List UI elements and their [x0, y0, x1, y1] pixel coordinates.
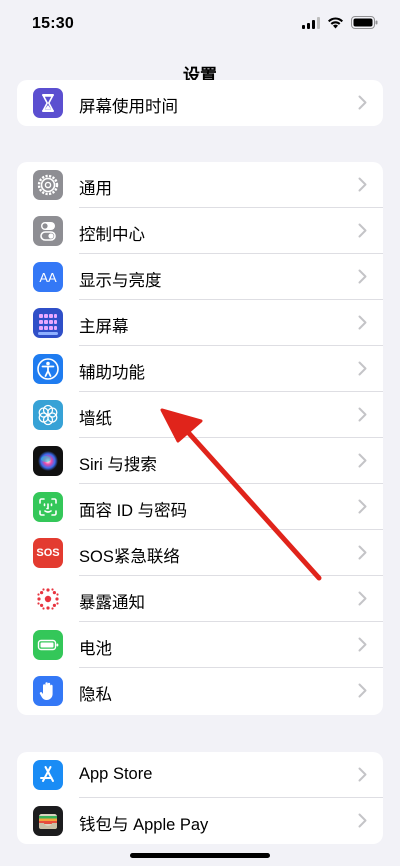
- settings-row-label: 隐私: [79, 686, 112, 704]
- settings-group-store: App Store 钱包与 Apple Pay: [17, 752, 383, 844]
- app-grid-icon: [33, 308, 63, 338]
- settings-row-face-id[interactable]: 面容 ID 与密码: [17, 484, 383, 530]
- settings-row-label: 屏幕使用时间: [79, 98, 178, 116]
- settings-row-label: 面容 ID 与密码: [79, 502, 188, 520]
- sos-icon-text: SOS: [36, 547, 60, 559]
- chevron-right-icon: [358, 177, 367, 192]
- home-indicator: [130, 853, 270, 858]
- settings-row-label: Siri 与搜索: [79, 456, 157, 474]
- settings-group-screen-time: 屏幕使用时间: [17, 80, 383, 126]
- settings-row-label: SOS紧急联络: [79, 548, 180, 566]
- chevron-right-icon: [358, 223, 367, 238]
- settings-row-emergency-sos[interactable]: SOS SOS紧急联络: [17, 530, 383, 576]
- settings-row-label: 墙纸: [79, 410, 112, 428]
- settings-row-label: 辅助功能: [79, 364, 145, 382]
- wifi-icon: [328, 16, 343, 28]
- settings-row-control-center[interactable]: 控制中心: [17, 208, 383, 254]
- settings-row-wallet[interactable]: 钱包与 Apple Pay: [17, 798, 383, 844]
- flower-icon: [33, 400, 63, 430]
- settings-row-screen-time[interactable]: 屏幕使用时间: [17, 80, 383, 126]
- siri-icon: [33, 446, 63, 476]
- svg-text:AA: AA: [39, 270, 57, 285]
- cellular-signal-icon: [302, 16, 320, 29]
- chevron-right-icon: [358, 545, 367, 560]
- settings-row-label: 通用: [79, 180, 112, 198]
- exposure-icon: [33, 584, 63, 614]
- status-icons: [302, 16, 378, 29]
- wallet-icon: [33, 806, 63, 836]
- settings-row-exposure[interactable]: 暴露通知: [17, 576, 383, 622]
- settings-row-label: 暴露通知: [79, 594, 145, 612]
- settings-row-display[interactable]: AA 显示与亮度: [17, 254, 383, 300]
- settings-row-app-store[interactable]: App Store: [17, 752, 383, 798]
- settings-row-general[interactable]: 通用: [17, 162, 383, 208]
- chevron-right-icon: [358, 453, 367, 468]
- chevron-right-icon: [358, 591, 367, 606]
- chevron-right-icon: [358, 767, 367, 782]
- settings-row-battery[interactable]: 电池: [17, 622, 383, 668]
- settings-row-label: 显示与亮度: [79, 272, 162, 290]
- gear-icon: [33, 170, 63, 200]
- settings-row-label: 钱包与 Apple Pay: [79, 816, 209, 834]
- chevron-right-icon: [358, 499, 367, 514]
- sos-icon: SOS: [33, 538, 63, 568]
- battery-status-icon: [351, 16, 378, 29]
- hourglass-icon: [33, 88, 63, 118]
- settings-row-label: 电池: [79, 640, 112, 658]
- settings-group-main: 通用 控制中心 AA 显示与亮度 主屏幕 辅助功能 墙纸 Siri 与搜索 面容…: [17, 162, 383, 715]
- status-time: 15:30: [32, 15, 74, 32]
- chevron-right-icon: [358, 95, 367, 110]
- settings-row-siri[interactable]: Siri 与搜索: [17, 438, 383, 484]
- battery-icon: [33, 630, 63, 660]
- hand-icon: [33, 676, 63, 706]
- settings-row-accessibility[interactable]: 辅助功能: [17, 346, 383, 392]
- chevron-right-icon: [358, 269, 367, 284]
- chevron-right-icon: [358, 683, 367, 698]
- settings-row-label: 主屏幕: [79, 318, 129, 336]
- chevron-right-icon: [358, 637, 367, 652]
- status-bar: 15:30: [0, 0, 400, 50]
- settings-row-privacy[interactable]: 隐私: [17, 668, 383, 714]
- face-id-icon: [33, 492, 63, 522]
- text-size-icon: AA: [33, 262, 63, 292]
- accessibility-icon: [33, 354, 63, 384]
- chevron-right-icon: [358, 315, 367, 330]
- settings-row-wallpaper[interactable]: 墙纸: [17, 392, 383, 438]
- app-store-icon: [33, 760, 63, 790]
- chevron-right-icon: [358, 813, 367, 828]
- chevron-right-icon: [358, 407, 367, 422]
- settings-row-label: 控制中心: [79, 226, 145, 244]
- settings-row-home-screen[interactable]: 主屏幕: [17, 300, 383, 346]
- settings-row-label: App Store: [79, 765, 153, 783]
- chevron-right-icon: [358, 361, 367, 376]
- toggles-icon: [33, 216, 63, 246]
